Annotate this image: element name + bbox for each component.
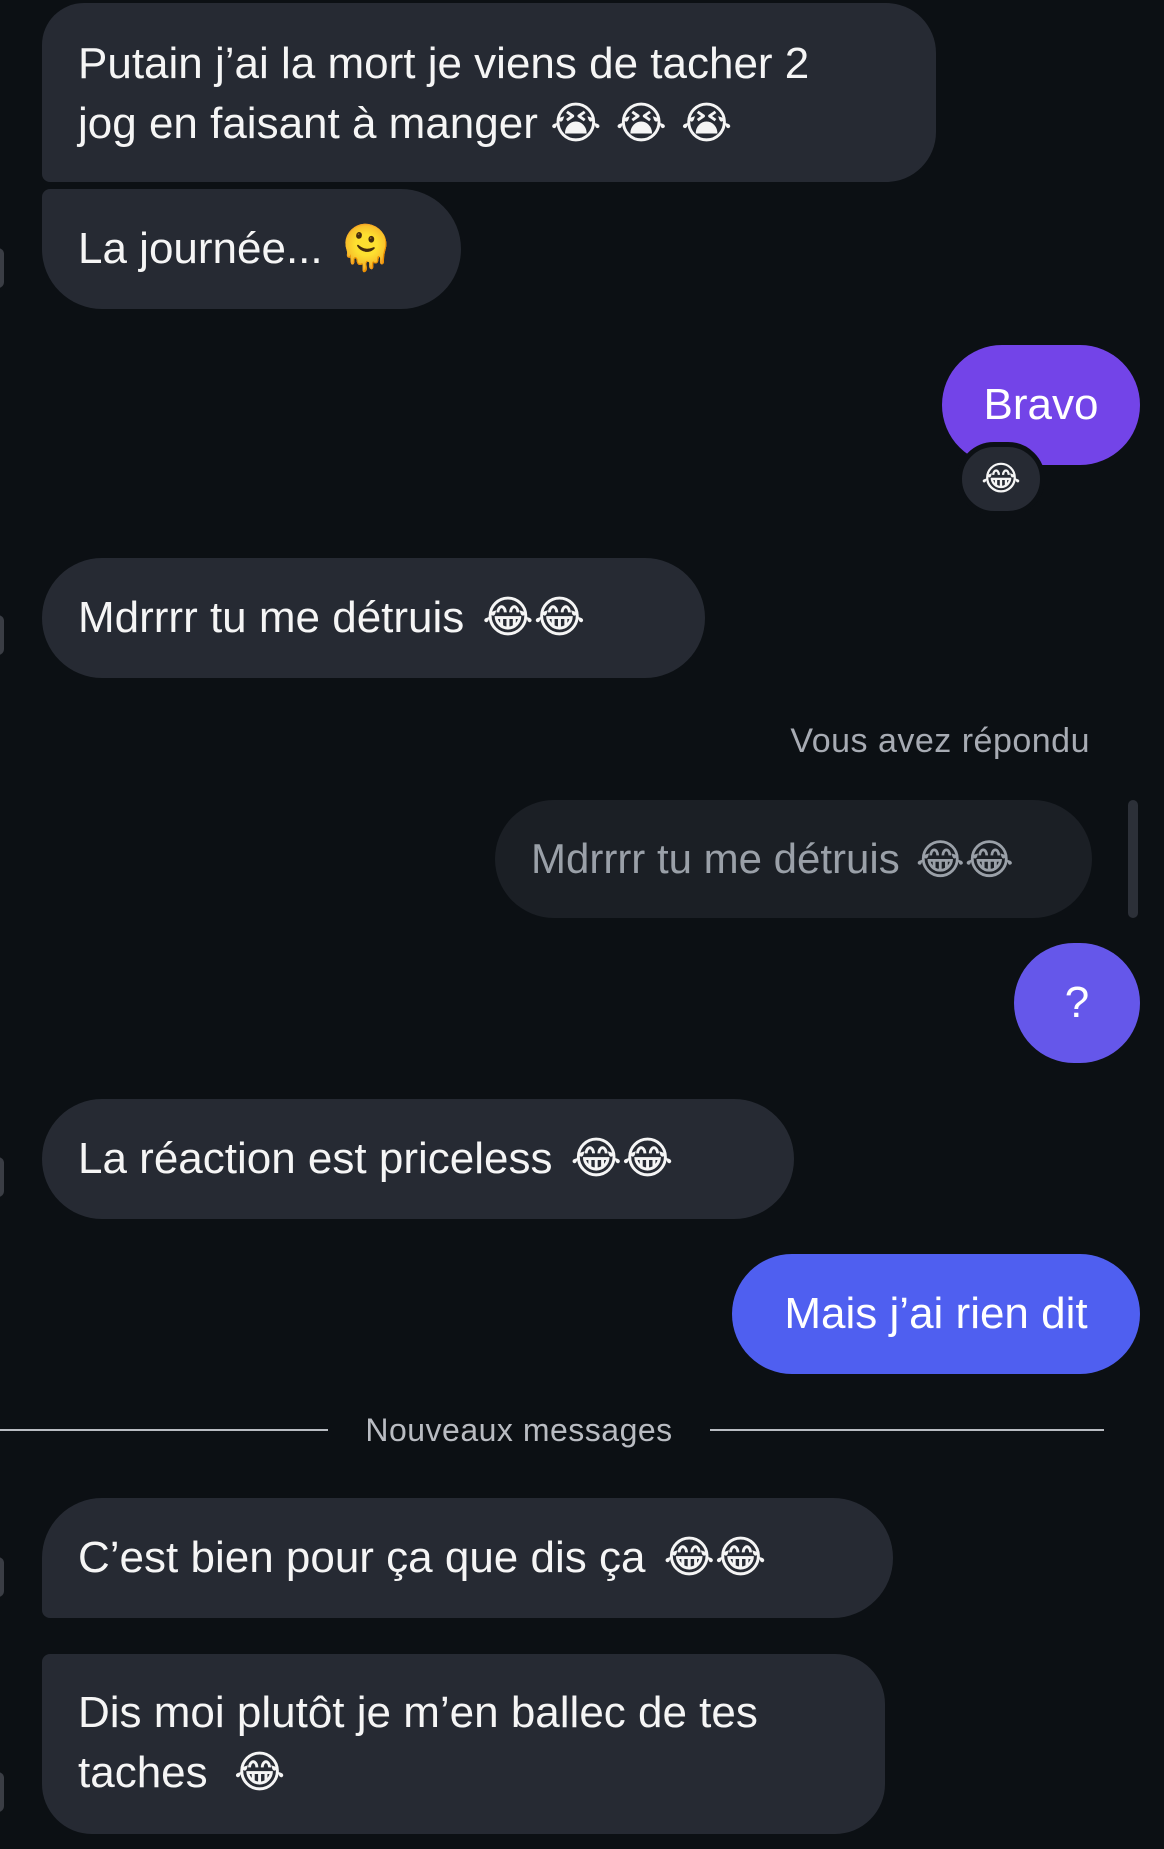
reply-label: Vous avez répondu — [790, 722, 1090, 760]
reaction-badge[interactable]: 😂 — [957, 442, 1045, 516]
crying-face-emoji: 😭 😭 😭 — [550, 98, 733, 149]
laughing-tears-emoji: 😂😂 — [915, 834, 1014, 884]
avatar-edge — [0, 615, 4, 655]
avatar-edge — [0, 1557, 4, 1597]
message-text: La journée... — [78, 224, 323, 273]
reply-indicator-bar — [1128, 800, 1138, 918]
message-text-line: Putain j’ai la mort je viens de tacher 2 — [78, 39, 810, 88]
new-messages-divider: Nouveaux messages — [0, 1410, 1104, 1450]
message-text: jog en faisant à manger — [78, 99, 538, 148]
laughing-tears-emoji: 😂😂 — [482, 592, 586, 643]
message-bubble-outgoing[interactable]: ? — [1014, 943, 1140, 1063]
message-bubble-incoming[interactable]: Putain j’ai la mort je viens de tacher 2… — [42, 3, 936, 182]
avatar-edge — [0, 1157, 4, 1197]
divider-line — [710, 1429, 1104, 1431]
melting-face-emoji: 🫠 — [338, 223, 394, 274]
avatar-edge — [0, 1772, 4, 1812]
message-text-line: Dis moi plutôt je m’en ballec de tes — [78, 1688, 758, 1737]
message-bubble-incoming[interactable]: La journée... 🫠 — [42, 189, 461, 309]
message-bubble-incoming[interactable]: C’est bien pour ça que dis ça 😂😂 — [42, 1498, 893, 1618]
message-bubble-incoming[interactable]: La réaction est priceless 😂😂 — [42, 1099, 794, 1219]
laughing-tears-emoji: 😂 — [233, 1747, 286, 1798]
quoted-text: Mdrrrr tu me détruis — [531, 835, 900, 882]
message-bubble-outgoing[interactable]: Bravo — [942, 345, 1140, 465]
message-text: taches — [78, 1748, 208, 1797]
message-text: Mais j’ai rien dit — [784, 1289, 1088, 1338]
message-text: La réaction est priceless — [78, 1134, 553, 1183]
message-bubble-incoming[interactable]: Dis moi plutôt je m’en ballec de tes tac… — [42, 1654, 885, 1834]
avatar-edge — [0, 248, 4, 288]
laughing-tears-emoji: 😂😂 — [570, 1133, 674, 1184]
message-text: ? — [1064, 978, 1090, 1027]
message-bubble-outgoing[interactable]: Mais j’ai rien dit — [732, 1254, 1140, 1374]
message-text: Bravo — [983, 380, 1099, 429]
laughing-tears-emoji: 😂😂 — [663, 1532, 767, 1583]
message-text-line: taches 😂 — [78, 1743, 849, 1803]
divider-label: Nouveaux messages — [365, 1412, 673, 1448]
message-text: Mdrrrr tu me détruis — [78, 593, 465, 642]
message-text: C’est bien pour ça que dis ça — [78, 1533, 646, 1582]
divider-line — [0, 1429, 328, 1431]
laughing-tears-emoji: 😂 — [981, 459, 1021, 499]
message-bubble-incoming[interactable]: Mdrrrr tu me détruis 😂😂 — [42, 558, 705, 678]
reply-quote-bubble[interactable]: Mdrrrr tu me détruis 😂😂 — [495, 800, 1092, 918]
message-text-line: jog en faisant à manger 😭 😭 😭 — [78, 94, 900, 154]
